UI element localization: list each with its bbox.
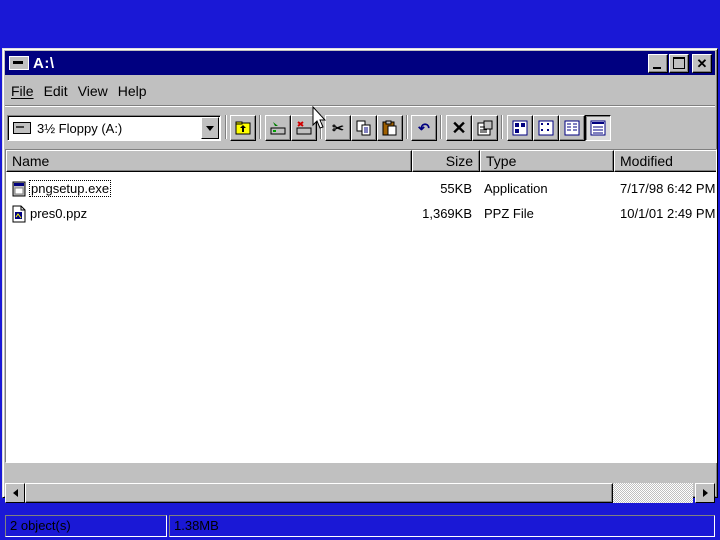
window-title: A:\	[33, 54, 55, 72]
column-header-name[interactable]: Name	[6, 150, 412, 172]
large-icons-button[interactable]	[507, 115, 533, 141]
file-size: 1,369KB	[422, 206, 472, 221]
minimize-icon	[653, 66, 661, 69]
explorer-window: A:\ ✕ File Edit View Help 3½ Floppy (A:)	[2, 48, 718, 537]
document-icon	[12, 205, 26, 223]
toolbar-separator	[259, 115, 261, 139]
file-modified: 10/1/01 2:49 PM	[620, 206, 716, 221]
title-bar[interactable]: A:\ ✕	[5, 51, 715, 75]
drive-combo-value: 3½ Floppy (A:)	[37, 120, 123, 136]
scroll-track[interactable]	[613, 483, 693, 503]
delete-button[interactable]: ✕	[446, 115, 472, 141]
maximize-button[interactable]	[669, 53, 689, 73]
drive-window-icon[interactable]	[9, 56, 29, 70]
file-type: Application	[484, 181, 548, 196]
status-total-size: 1.38MB	[169, 515, 715, 537]
menu-help[interactable]: Help	[118, 83, 147, 99]
caption-buttons: ✕	[647, 53, 712, 73]
delete-icon: ✕	[451, 117, 467, 138]
maximize-icon	[673, 56, 685, 69]
disconnect-drive-icon	[296, 121, 312, 135]
copy-icon	[356, 120, 371, 136]
column-header-type[interactable]: Type	[480, 150, 614, 172]
toolbar-separator	[440, 115, 442, 139]
file-row[interactable]: pres0.ppz 1,369KB PPZ File 10/1/01 2:49 …	[6, 203, 716, 227]
close-button[interactable]: ✕	[692, 53, 712, 73]
file-size: 55KB	[440, 181, 472, 196]
arrow-left-icon	[12, 489, 18, 497]
details-view-icon	[590, 120, 606, 136]
file-row[interactable]: pngsetup.exe 55KB Application 7/17/98 6:…	[6, 178, 716, 202]
drive-combo-box[interactable]: 3½ Floppy (A:)	[7, 115, 221, 141]
menu-separator	[5, 105, 715, 107]
file-list-view[interactable]: Name Size Type Modified pngsetup.exe 55K…	[5, 149, 717, 463]
undo-button[interactable]: ↶	[411, 115, 437, 141]
paste-button[interactable]	[377, 115, 403, 141]
status-object-count: 2 object(s)	[5, 515, 167, 537]
application-icon	[12, 181, 26, 197]
menu-bar: File Edit View Help	[7, 79, 153, 103]
file-name: pngsetup.exe	[28, 180, 112, 197]
toolbar-separator	[225, 115, 227, 139]
mouse-pointer-icon	[312, 106, 326, 129]
toolbar-separator	[501, 115, 503, 139]
small-icons-button[interactable]	[533, 115, 559, 141]
file-name: pres0.ppz	[30, 206, 87, 221]
column-header-size[interactable]: Size	[412, 150, 480, 172]
arrow-right-icon	[702, 489, 708, 497]
scroll-right-button[interactable]	[695, 483, 715, 503]
file-modified: 7/17/98 6:42 PM	[620, 181, 716, 196]
horizontal-scrollbar[interactable]	[5, 483, 715, 503]
undo-icon: ↶	[418, 119, 430, 136]
status-bar: 2 object(s) 1.38MB	[5, 515, 715, 539]
properties-button[interactable]	[472, 115, 498, 141]
column-header-modified[interactable]: Modified	[614, 150, 716, 172]
menu-view[interactable]: View	[78, 83, 108, 99]
file-type: PPZ File	[484, 206, 534, 221]
list-button[interactable]	[559, 115, 585, 141]
toolbar: 3½ Floppy (A:) ✂ ↶ ✕	[5, 109, 715, 145]
map-network-drive-button[interactable]	[265, 115, 291, 141]
details-button[interactable]	[585, 115, 611, 141]
scissors-icon: ✂	[332, 119, 344, 136]
properties-icon	[477, 120, 493, 136]
menu-edit[interactable]: Edit	[44, 83, 68, 99]
up-one-level-button[interactable]	[230, 115, 256, 141]
chevron-down-icon	[206, 125, 214, 131]
list-view-icon	[564, 120, 580, 136]
drive-combo-dropdown-button[interactable]	[201, 117, 219, 139]
small-icons-view-icon	[538, 120, 554, 136]
menu-file[interactable]: File	[11, 83, 34, 99]
scroll-thumb[interactable]	[25, 483, 613, 503]
paste-icon	[382, 120, 397, 136]
file-name-text: pres0.ppz	[30, 206, 88, 221]
file-name-text: pngsetup.exe	[28, 180, 112, 197]
floppy-drive-icon	[13, 122, 31, 134]
folder-up-icon	[235, 121, 251, 135]
cut-button[interactable]: ✂	[325, 115, 351, 141]
close-icon: ✕	[696, 55, 708, 71]
toolbar-separator	[406, 115, 408, 139]
minimize-button[interactable]	[648, 53, 668, 73]
large-icons-view-icon	[512, 120, 528, 136]
copy-button[interactable]	[351, 115, 377, 141]
map-drive-icon	[270, 122, 286, 135]
scroll-left-button[interactable]	[5, 483, 25, 503]
